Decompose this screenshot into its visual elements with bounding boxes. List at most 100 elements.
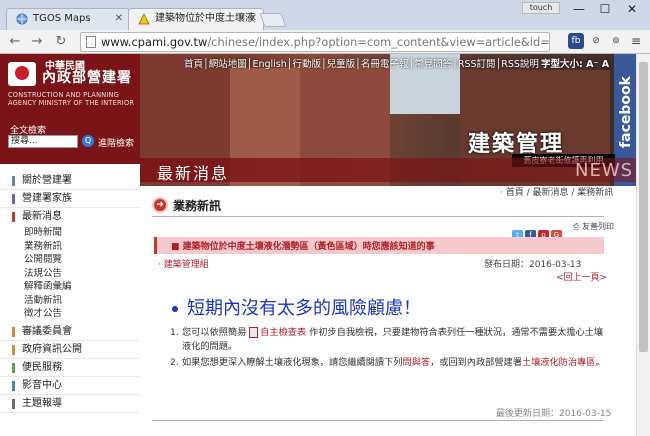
- facebook-label: facebook: [618, 76, 634, 148]
- top-menu[interactable]: 首頁│網站地圖│English│行動版│兒童版│名冊電子報│常見問答│RSS訂閱…: [184, 56, 539, 70]
- close-icon[interactable]: ✕: [249, 9, 257, 29]
- article-title-bar: ■ 建築物位於中度土壤液化潛勢區（黃色區域）時您應該知道的事: [154, 237, 604, 254]
- news-en-label: NEWS: [575, 160, 634, 181]
- nav-label: 審議委員會: [22, 325, 72, 337]
- fb-extension-icon[interactable]: fb: [568, 33, 584, 49]
- nav-sub-instant-news[interactable]: 即時新聞: [0, 226, 140, 240]
- news-title: 最新消息: [157, 164, 230, 183]
- back-link[interactable]: <回上一頁>: [556, 270, 607, 283]
- body-text: 如果您想更深入瞭解土壤液化現象，請您繼續閱讀下列: [182, 357, 403, 368]
- category-label: 建築管理組: [163, 260, 209, 270]
- web-page: 首頁│網站地圖│English│行動版│兒童版│名冊電子報│常見問答│RSS訂閱…: [0, 54, 650, 436]
- scrollbar[interactable]: [636, 54, 650, 436]
- breadcrumb[interactable]: ‧ 首頁 / 最新消息 / 業務新訊: [500, 185, 613, 198]
- pdf-icon: [249, 327, 259, 338]
- nav-about[interactable]: 關於營建署: [0, 172, 140, 190]
- body-text: 作初步自我檢視，只要建物符合表列任一種狀況，通常不需要太擔心土壤液化的問題。: [182, 327, 604, 352]
- nav-sub-events[interactable]: 活動新訊: [0, 294, 140, 308]
- search-input[interactable]: 搜尋...: [8, 135, 78, 148]
- nav-sub-recruitment[interactable]: 徵才公告: [0, 307, 140, 321]
- nav-topics[interactable]: 主題報導: [0, 395, 140, 413]
- divider: [152, 216, 604, 217]
- nav-label: 營建署家族: [22, 193, 72, 204]
- printer-icon: ⎙: [573, 222, 580, 231]
- nav-family[interactable]: 營建署家族: [0, 190, 140, 208]
- browser-toolbar: ← → ↻ www.cpami.gov.tw/chinese/index.php…: [0, 30, 650, 54]
- extension-icon[interactable]: ⊚: [608, 33, 624, 49]
- nav-label: 關於營建署: [22, 175, 72, 186]
- print-label: 友善列印: [581, 222, 614, 231]
- article-title: ■ 建築物位於中度土壤液化潛勢區（黃色區域）時您應該知道的事: [171, 242, 435, 252]
- nav-committee[interactable]: 審議委員會: [0, 323, 140, 341]
- liquefaction-zone-link[interactable]: 土壤液化防治專區: [522, 357, 596, 368]
- divider: [152, 420, 604, 421]
- address-bar[interactable]: www.cpami.gov.tw/chinese/index.php?optio…: [80, 32, 550, 52]
- last-updated: 最後更新日期：2016-03-15: [496, 409, 612, 419]
- nav-sub-regulations[interactable]: 法規公告: [0, 267, 140, 281]
- nav-label: 主題報導: [22, 397, 62, 409]
- nav-sub-interpretations[interactable]: 解釋函彙編: [0, 280, 140, 294]
- new-tab-button[interactable]: [259, 13, 287, 27]
- logo-area: 中華民國 內政部營建署 CONSTRUCTION AND PLANNING AG…: [0, 54, 140, 164]
- nav-sub-public-review[interactable]: 公開閱覽: [0, 253, 140, 267]
- faq-link[interactable]: 問與答: [403, 357, 431, 368]
- agency-emblem-icon[interactable]: [8, 62, 36, 86]
- tab-cpami[interactable]: 建築物位於中度土壤液化潛 ✕: [128, 8, 264, 44]
- nav-label: 影音中心: [22, 379, 62, 391]
- nav-label: 政府資訊公開: [22, 343, 82, 355]
- user-profile-chip[interactable]: touch: [522, 2, 560, 14]
- close-window-button[interactable]: ✕: [618, 0, 646, 18]
- left-column: 中華民國 內政部營建署 CONSTRUCTION AND PLANNING AG…: [0, 54, 140, 436]
- nav-media[interactable]: 影音中心: [0, 377, 140, 395]
- body-list: 1. 您可以依照簡易 自主檢查表 作初步自我檢視，只要建物符合表列任一種狀況，通…: [170, 326, 610, 372]
- tab-strip: TGOS Maps ✕ 建築物位於中度土壤液化潛 ✕ touch — ☐ ✕: [0, 0, 650, 44]
- body-text: 您可以依照簡易: [182, 327, 247, 338]
- print-link[interactable]: ⎙ 友善列印: [573, 221, 614, 232]
- section-title: 業務新訊: [173, 199, 222, 213]
- left-nav: 關於營建署 營建署家族 最新消息 即時新聞 業務新訊 公開閱覽 法規公告 解釋函…: [0, 172, 140, 413]
- screen: TGOS Maps ✕ 建築物位於中度土壤液化潛 ✕ touch — ☐ ✕ ←…: [0, 0, 650, 436]
- nav-sub-business-news[interactable]: 業務新訊: [0, 240, 140, 254]
- self-check-link[interactable]: 自主檢查表: [260, 327, 306, 338]
- list-item: 2. 如果您想更深入瞭解土壤液化現象，請您繼續閱讀下列問與答，或回到內政部營建署…: [170, 357, 605, 368]
- headline-text: 短期內沒有太多的風險顧慮！: [187, 298, 421, 319]
- logo-en-line1: CONSTRUCTION AND PLANNING: [8, 91, 119, 99]
- logo-en-line2: AGENCY MINISTRY OF THE INTERIOR: [8, 99, 135, 107]
- url-path: /chinese/index.php?option=com_content&vi…: [207, 35, 550, 49]
- reload-icon[interactable]: ↻: [52, 33, 70, 51]
- globe-icon: [16, 13, 28, 25]
- close-icon[interactable]: ✕: [115, 9, 123, 29]
- logo-english: CONSTRUCTION AND PLANNING AGENCY MINISTR…: [8, 91, 134, 107]
- page-icon: [86, 36, 96, 48]
- nav-services[interactable]: 便民服務: [0, 359, 140, 377]
- url-host: www.cpami.gov.tw: [101, 35, 208, 49]
- headline: 短期內沒有太多的風險顧慮！: [172, 294, 421, 320]
- minimize-button[interactable]: —: [565, 0, 593, 18]
- nav-gov-info[interactable]: 政府資訊公開: [0, 341, 140, 359]
- bullet: [172, 306, 178, 312]
- nav-label: 最新消息: [22, 211, 62, 222]
- tab-tgos[interactable]: TGOS Maps ✕: [6, 8, 130, 30]
- body-text: 。: [595, 357, 605, 368]
- maximize-button[interactable]: ☐: [591, 0, 619, 18]
- article-title-text: 建築物位於中度土壤液化潛勢區（黃色區域）時您應該知道的事: [182, 242, 435, 252]
- warning-icon: [138, 13, 150, 25]
- menu-icon[interactable]: ≡: [628, 33, 644, 49]
- body-text: ，或回到內政部營建署: [430, 357, 522, 368]
- block-extension-icon[interactable]: ⊘: [588, 33, 604, 49]
- logo-title[interactable]: 內政部營建署: [42, 67, 132, 87]
- list-item: 1. 您可以依照簡易 自主檢查表 作初步自我檢視，只要建物符合表列任一種狀況，通…: [170, 327, 604, 352]
- nav-label: 便民服務: [22, 361, 62, 373]
- scrollbar-thumb[interactable]: [639, 62, 648, 352]
- back-arrow-icon[interactable]: ←: [6, 33, 24, 51]
- search-icon[interactable]: Q: [82, 135, 94, 147]
- category-link[interactable]: ‧ 建築管理組: [158, 257, 209, 270]
- advanced-search-link[interactable]: 進階檢索: [98, 136, 134, 149]
- tab-label: TGOS Maps: [33, 13, 91, 24]
- nav-news[interactable]: 最新消息: [0, 208, 140, 226]
- arrow-circle-icon: ➜: [152, 197, 168, 213]
- forward-arrow-icon[interactable]: →: [28, 33, 46, 51]
- publish-date: 發布日期：2016-03-13: [484, 260, 582, 270]
- font-size-control[interactable]: 字型大小: A⁻ A: [541, 56, 609, 70]
- share-icons: tfpG: [512, 222, 564, 241]
